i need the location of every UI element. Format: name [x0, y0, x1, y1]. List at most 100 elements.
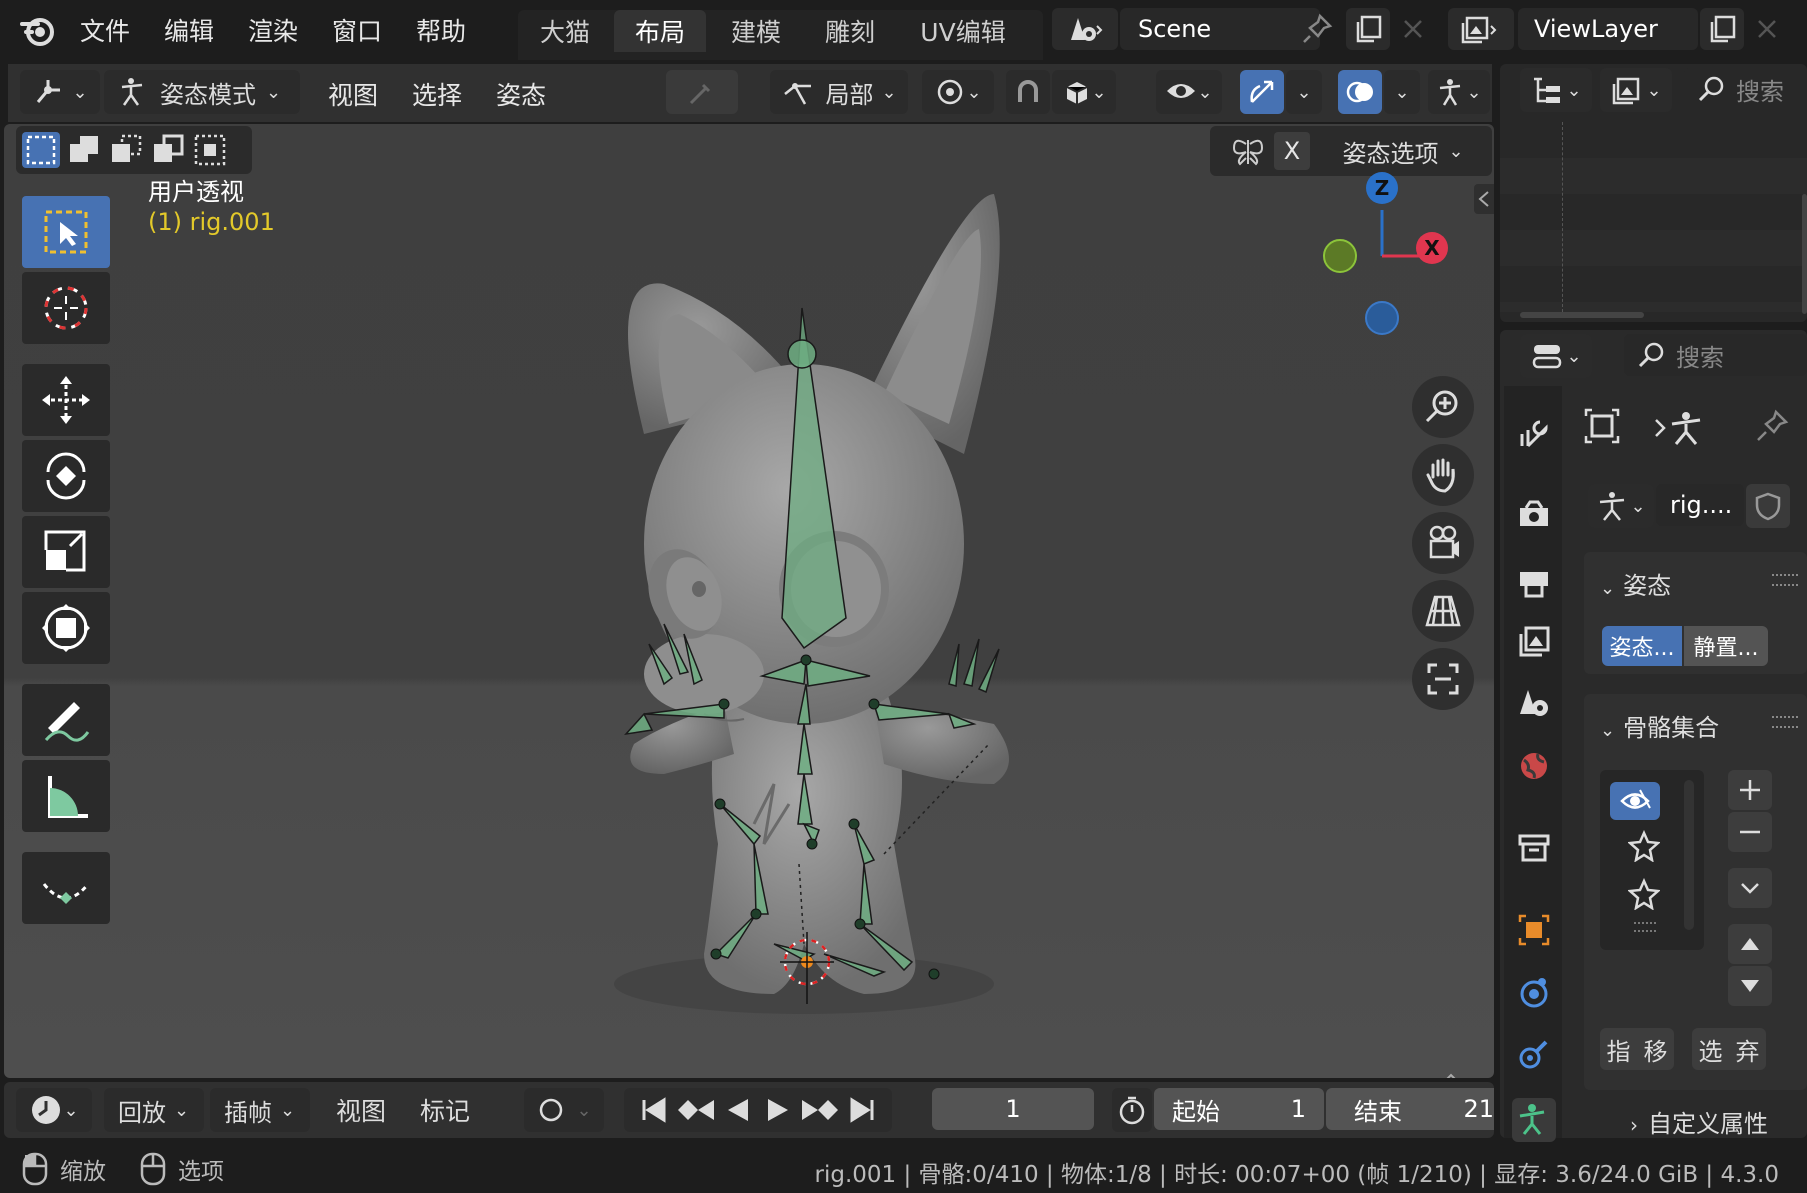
jump-keyframe-forward-icon[interactable] [798, 1095, 842, 1125]
new-view-layer-button[interactable] [1700, 8, 1744, 50]
move-up-button[interactable] [1728, 924, 1772, 964]
keying-menu[interactable]: 插帧 ⌄ [210, 1088, 310, 1132]
armature-data-browse-button[interactable]: ⌄ [1588, 484, 1654, 528]
bone-collection-visibility-icon[interactable] [1610, 782, 1660, 820]
star-icon[interactable] [1627, 829, 1661, 866]
preview-range-toggle[interactable] [1112, 1088, 1152, 1132]
eyedropper-button[interactable] [666, 70, 738, 114]
editor-type-button[interactable]: ⌄ [20, 70, 100, 114]
current-frame-field[interactable]: 1 [932, 1088, 1094, 1130]
mode-selector[interactable]: 姿态模式 ⌄ [104, 70, 300, 114]
outliner-search-input[interactable]: 搜索 [1684, 68, 1807, 110]
outliner-tree[interactable] [1500, 122, 1807, 312]
menu-view[interactable]: 视图 [328, 76, 378, 112]
select-button[interactable]: 选 [1699, 1032, 1723, 1067]
list-scrollbar[interactable] [1684, 780, 1694, 930]
properties-editor-type-button[interactable]: ⌄ [1520, 334, 1592, 378]
snap-target-button[interactable]: ⌄ [1052, 70, 1116, 114]
armature-data-tab[interactable] [1512, 1098, 1556, 1142]
jump-start-icon[interactable] [634, 1095, 674, 1125]
bone-collection-list[interactable] [1600, 770, 1704, 950]
auto-keying-toggle[interactable]: ⌄ [524, 1088, 604, 1132]
scene-selector-button[interactable] [1052, 8, 1118, 50]
constraints-tab[interactable] [1512, 1032, 1556, 1076]
pin-icon[interactable] [1300, 12, 1334, 50]
star-icon[interactable] [1627, 877, 1661, 914]
overlay-dropdown[interactable]: ⌄ [1384, 70, 1420, 114]
zoom-button[interactable] [1412, 376, 1474, 438]
properties-search-input[interactable]: 搜索 [1624, 334, 1807, 376]
blender-logo-icon[interactable] [18, 10, 58, 50]
pin-icon[interactable] [1754, 408, 1790, 448]
timeline-editor-type-button[interactable]: ⌄ [16, 1088, 92, 1132]
scene-tab[interactable] [1512, 680, 1556, 724]
view-layer-tab[interactable] [1512, 620, 1556, 664]
render-tab[interactable] [1512, 492, 1556, 536]
jump-keyframe-back-icon[interactable] [674, 1095, 718, 1125]
menu-help[interactable]: 帮助 [416, 12, 466, 48]
tool-settings-tab[interactable] [1512, 412, 1556, 456]
pivot-point-button[interactable]: ⌄ [922, 70, 994, 114]
timeline-menu-marker[interactable]: 标记 [420, 1092, 470, 1128]
list-resize-handle-icon[interactable] [1634, 922, 1656, 932]
menu-select[interactable]: 选择 [412, 76, 462, 112]
assign-button[interactable]: 指 [1607, 1032, 1631, 1067]
output-tab[interactable] [1512, 560, 1556, 604]
collection-menu-button[interactable] [1728, 868, 1772, 908]
gizmo-dropdown[interactable]: ⌄ [1286, 70, 1322, 114]
outliner-editor-type-button[interactable]: ⌄ [1520, 68, 1592, 112]
close-view-layer-icon[interactable] [1752, 14, 1782, 48]
fake-user-button[interactable] [1746, 484, 1790, 528]
outliner-scrollbar[interactable] [1520, 312, 1644, 318]
frame-selected-button[interactable] [1412, 648, 1474, 710]
visibility-button[interactable]: ⌄ [1156, 70, 1222, 114]
view-layer-selector-button[interactable] [1448, 8, 1514, 50]
gizmo-z-axis[interactable]: Z [1366, 172, 1398, 204]
start-frame-field[interactable]: 起始 1 [1154, 1088, 1324, 1130]
tab-workspace-sculpting[interactable]: 雕刻 [804, 10, 896, 52]
gizmo-x-axis[interactable]: X [1416, 232, 1448, 264]
rest-position-button[interactable]: 静置... [1684, 626, 1768, 666]
deselect-button[interactable]: 弃 [1736, 1032, 1760, 1067]
end-frame-field[interactable]: 结束 21 [1326, 1088, 1494, 1130]
playback-menu[interactable]: 回放 ⌄ [104, 1088, 204, 1132]
sidebar-toggle-icon[interactable] [1474, 184, 1494, 214]
scene-name-field[interactable]: Scene [1120, 8, 1320, 50]
timeline-expand-icon[interactable] [1436, 1068, 1466, 1078]
pan-button[interactable] [1412, 444, 1474, 506]
tab-workspace-damao[interactable]: 大猫 [520, 10, 610, 52]
armature-name-field[interactable]: rig.... [1656, 484, 1744, 526]
menu-pose[interactable]: 姿态 [496, 76, 546, 112]
drag-handle-icon[interactable] [1772, 574, 1798, 586]
close-scene-icon[interactable] [1398, 14, 1428, 48]
gizmo-toggle[interactable] [1240, 70, 1284, 114]
world-tab[interactable] [1512, 744, 1556, 788]
menu-edit[interactable]: 编辑 [164, 12, 214, 48]
object-tab[interactable] [1512, 908, 1556, 952]
armature-rig[interactable] [4, 124, 1494, 1078]
bone-overlay-button[interactable]: ⌄ [1428, 70, 1490, 114]
view-layer-name-field[interactable]: ViewLayer [1518, 8, 1698, 50]
move-down-button[interactable] [1728, 966, 1772, 1006]
menu-render[interactable]: 渲染 [248, 12, 298, 48]
add-collection-button[interactable] [1728, 770, 1772, 810]
overlay-toggle[interactable] [1338, 70, 1382, 114]
bone-collections-header[interactable]: ⌄ 骨骼集合 [1600, 708, 1719, 743]
jump-end-icon[interactable] [842, 1095, 882, 1125]
menu-window[interactable]: 窗口 [332, 12, 382, 48]
physics-tab[interactable] [1512, 970, 1556, 1014]
transform-orientation-selector[interactable]: 局部 ⌄ [770, 70, 908, 114]
menu-file[interactable]: 文件 [80, 12, 130, 48]
play-icon[interactable] [758, 1095, 798, 1125]
remove-collection-button[interactable] [1728, 812, 1772, 852]
camera-view-button[interactable] [1412, 512, 1474, 574]
play-reverse-icon[interactable] [718, 1095, 758, 1125]
display-mode-button[interactable]: ⌄ [1600, 68, 1672, 112]
tab-workspace-layout[interactable]: 布局 [614, 10, 706, 52]
pose-position-button[interactable]: 姿态... [1602, 626, 1682, 666]
custom-properties-header[interactable]: › 自定义属性 [1630, 1104, 1768, 1139]
outliner-vscrollbar[interactable] [1802, 194, 1807, 314]
tab-workspace-modeling[interactable]: 建模 [710, 10, 802, 52]
tab-workspace-uv[interactable]: UV编辑 [898, 10, 1028, 52]
drag-handle-icon[interactable] [1772, 716, 1798, 728]
